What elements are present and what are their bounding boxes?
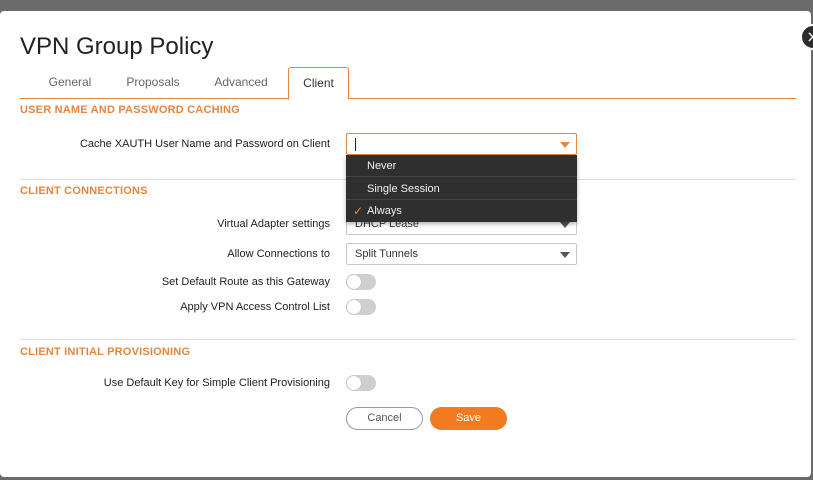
default-key-toggle[interactable] — [346, 375, 376, 391]
toggle-knob — [347, 300, 361, 314]
dropdown-option-always[interactable]: ✓ Always — [346, 200, 577, 222]
allow-connections-label: Allow Connections to — [227, 248, 330, 260]
tab-bar: General Proposals Advanced Client — [20, 67, 796, 100]
chevron-down-icon — [560, 222, 570, 228]
dropdown-option-label: Never — [367, 160, 397, 172]
dropdown-option-single-session[interactable]: Single Session — [346, 178, 577, 200]
tab-general[interactable]: General — [38, 67, 102, 99]
toggle-knob — [347, 275, 361, 289]
section-title-caching: USER NAME AND PASSWORD CACHING — [20, 104, 240, 116]
chevron-down-icon — [560, 142, 570, 148]
section-title-connections: CLIENT CONNECTIONS — [20, 185, 148, 197]
dialog-title: VPN Group Policy — [20, 33, 214, 60]
tab-advanced[interactable]: Advanced — [206, 67, 276, 99]
cache-xauth-dropdown: Never Single Session ✓ Always — [346, 155, 577, 222]
default-route-toggle[interactable] — [346, 274, 376, 290]
cache-xauth-label: Cache XAUTH User Name and Password on Cl… — [79, 138, 330, 150]
virtual-adapter-label: Virtual Adapter settings — [217, 218, 330, 230]
save-button[interactable]: Save — [430, 407, 507, 430]
chevron-down-icon — [560, 252, 570, 258]
dropdown-option-label: Single Session — [367, 183, 440, 195]
acl-label: Apply VPN Access Control List — [180, 301, 330, 313]
default-route-label: Set Default Route as this Gateway — [161, 276, 330, 288]
dropdown-option-never[interactable]: Never — [346, 155, 577, 177]
dropdown-option-label: Always — [367, 205, 402, 217]
tab-proposals[interactable]: Proposals — [118, 67, 188, 99]
check-icon: ✓ — [353, 204, 364, 218]
text-cursor — [355, 138, 356, 151]
toggle-knob — [347, 376, 361, 390]
section-title-provisioning: CLIENT INITIAL PROVISIONING — [20, 346, 191, 358]
cancel-button[interactable]: Cancel — [346, 407, 423, 430]
vpn-group-policy-dialog: VPN Group Policy General Proposals Advan… — [0, 11, 811, 477]
tab-client[interactable]: Client — [288, 67, 349, 100]
allow-connections-select[interactable]: Split Tunnels — [346, 243, 577, 265]
default-key-label: Use Default Key for Simple Client Provis… — [103, 377, 330, 389]
section-divider — [20, 339, 796, 340]
cache-xauth-select[interactable] — [346, 133, 577, 155]
acl-toggle[interactable] — [346, 299, 376, 315]
allow-connections-value: Split Tunnels — [355, 248, 418, 260]
